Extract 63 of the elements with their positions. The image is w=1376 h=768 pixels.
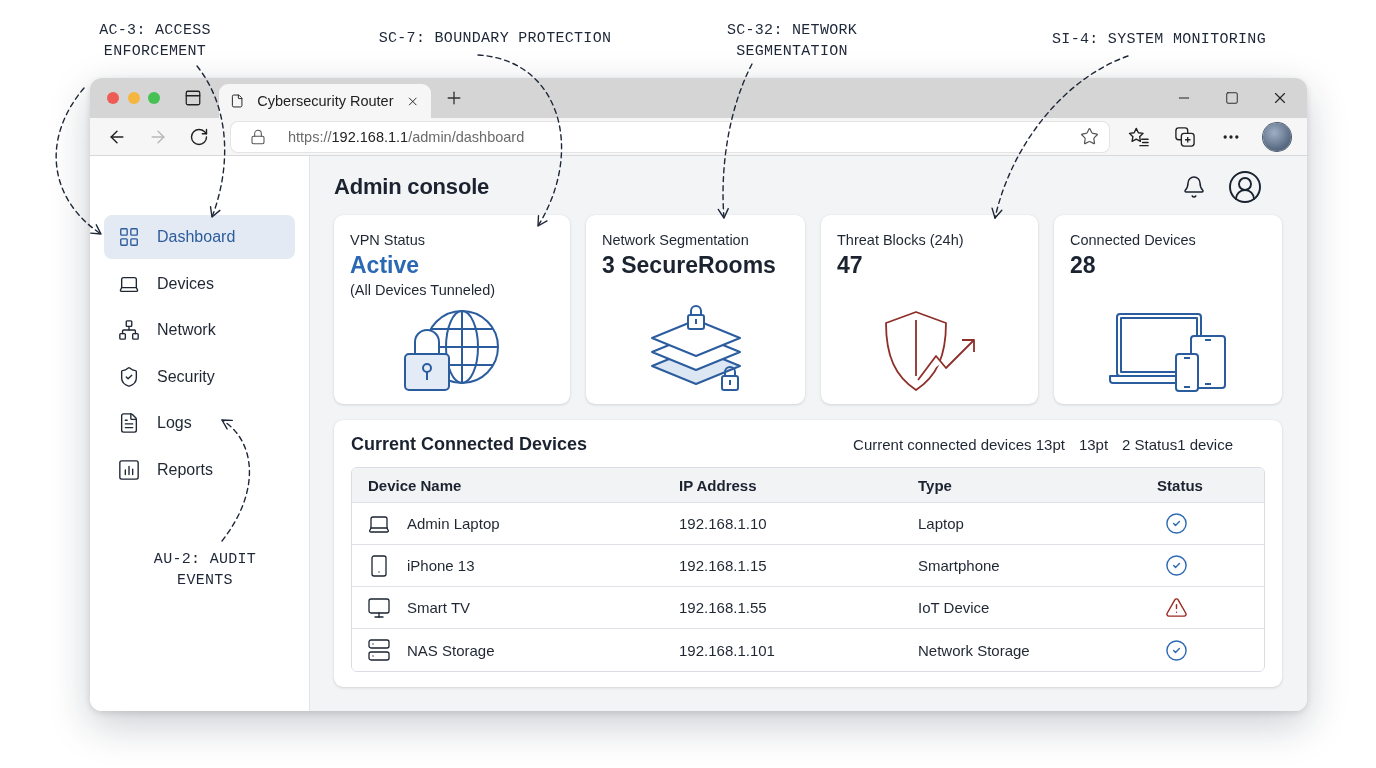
table-cell: Admin Laptop: [407, 515, 500, 532]
shield-check-icon: [118, 365, 140, 388]
table-cell-text: IoT Device: [918, 599, 991, 616]
lock-icon: [250, 128, 266, 145]
table-cell: NAS Storage: [407, 641, 495, 659]
summary-text: Current connected devices 13pt: [853, 435, 1065, 453]
favorites-icon[interactable]: [1128, 126, 1150, 147]
grid-icon: [118, 226, 140, 248]
card-label: Threat Blocks (24h): [837, 231, 965, 250]
bar-chart-icon: [118, 458, 140, 481]
table-cell-text: 192.168.1.10: [679, 515, 768, 532]
profile-avatar[interactable]: [1263, 122, 1291, 151]
annotation-label: AC-3: ACCESS ENFORCEMENT: [98, 21, 212, 62]
column-header: Type: [918, 476, 952, 494]
sidebar-item[interactable]: Logs: [104, 401, 295, 445]
browser-tab[interactable]: Cybersecurity Router: [219, 84, 431, 118]
table-cell-text: 192.168.1.55: [679, 599, 768, 616]
column-header: Status: [1157, 476, 1203, 494]
table-cell-text: Smartphone: [918, 557, 1001, 574]
table-cell-text: Laptop: [918, 515, 965, 532]
card-label: VPN Status: [350, 231, 426, 250]
sidebar-item[interactable]: Dashboard: [104, 215, 295, 259]
table-cell-text: Network Storage: [918, 641, 1031, 659]
reload-icon[interactable]: [189, 126, 209, 147]
collections-icon[interactable]: [1175, 126, 1195, 147]
bell-icon[interactable]: [1182, 175, 1206, 199]
summary-text: 13pt: [1078, 435, 1109, 453]
card-value: 28: [1070, 251, 1097, 280]
sidebar-panel-icon[interactable]: [184, 89, 202, 107]
network-icon: [118, 319, 140, 341]
sidebar-item[interactable]: Devices: [104, 261, 295, 306]
card-value: 47: [837, 251, 864, 280]
card-note: (All Devices Tunneled): [350, 281, 497, 300]
table-cell: Smart TV: [407, 599, 471, 616]
card-label: Network Segmentation: [602, 231, 750, 250]
annotation-label: SI-4: SYSTEM MONITORING: [1051, 30, 1267, 50]
star-icon[interactable]: [1080, 127, 1099, 146]
address-bar[interactable]: https://192.168.1.1/admin/dashboard: [231, 121, 1109, 152]
column-header: Device Name: [368, 476, 462, 494]
document-icon: [118, 412, 140, 434]
page-icon: [230, 92, 245, 110]
sidebar-item[interactable]: Network: [104, 308, 295, 352]
panel-title: Current Connected Devices: [351, 433, 588, 455]
table-cell: iPhone 13: [407, 557, 475, 574]
column-header: IP Address: [679, 476, 757, 494]
sidebar-item[interactable]: Reports: [104, 447, 295, 492]
annotation-label: SC-7: BOUNDARY PROTECTION: [377, 29, 613, 49]
table-cell-text: 192.168.1.15: [679, 557, 768, 574]
annotation-label: SC-32: NETWORK SEGMENTATION: [725, 21, 859, 62]
server-icon: [367, 638, 391, 662]
card-value: Active: [350, 251, 421, 280]
laptop-tablet-phone-icon: [1109, 312, 1227, 392]
monitor-icon: [367, 595, 391, 620]
annotation-label: AU-2: AUDIT EVENTS: [152, 550, 258, 591]
card-value: 3 SecureRooms: [602, 251, 777, 280]
summary-text: 2 Status1 device: [1122, 435, 1233, 453]
page-title: Admin console: [334, 174, 490, 200]
table-cell-text: 192.168.1.101: [679, 641, 776, 659]
sidebar-item[interactable]: Security: [104, 354, 295, 399]
maximize-icon[interactable]: [1225, 91, 1239, 105]
user-icon[interactable]: [1227, 169, 1263, 205]
padlock-globe-icon: [402, 310, 502, 392]
card-label: Connected Devices: [1070, 231, 1197, 250]
